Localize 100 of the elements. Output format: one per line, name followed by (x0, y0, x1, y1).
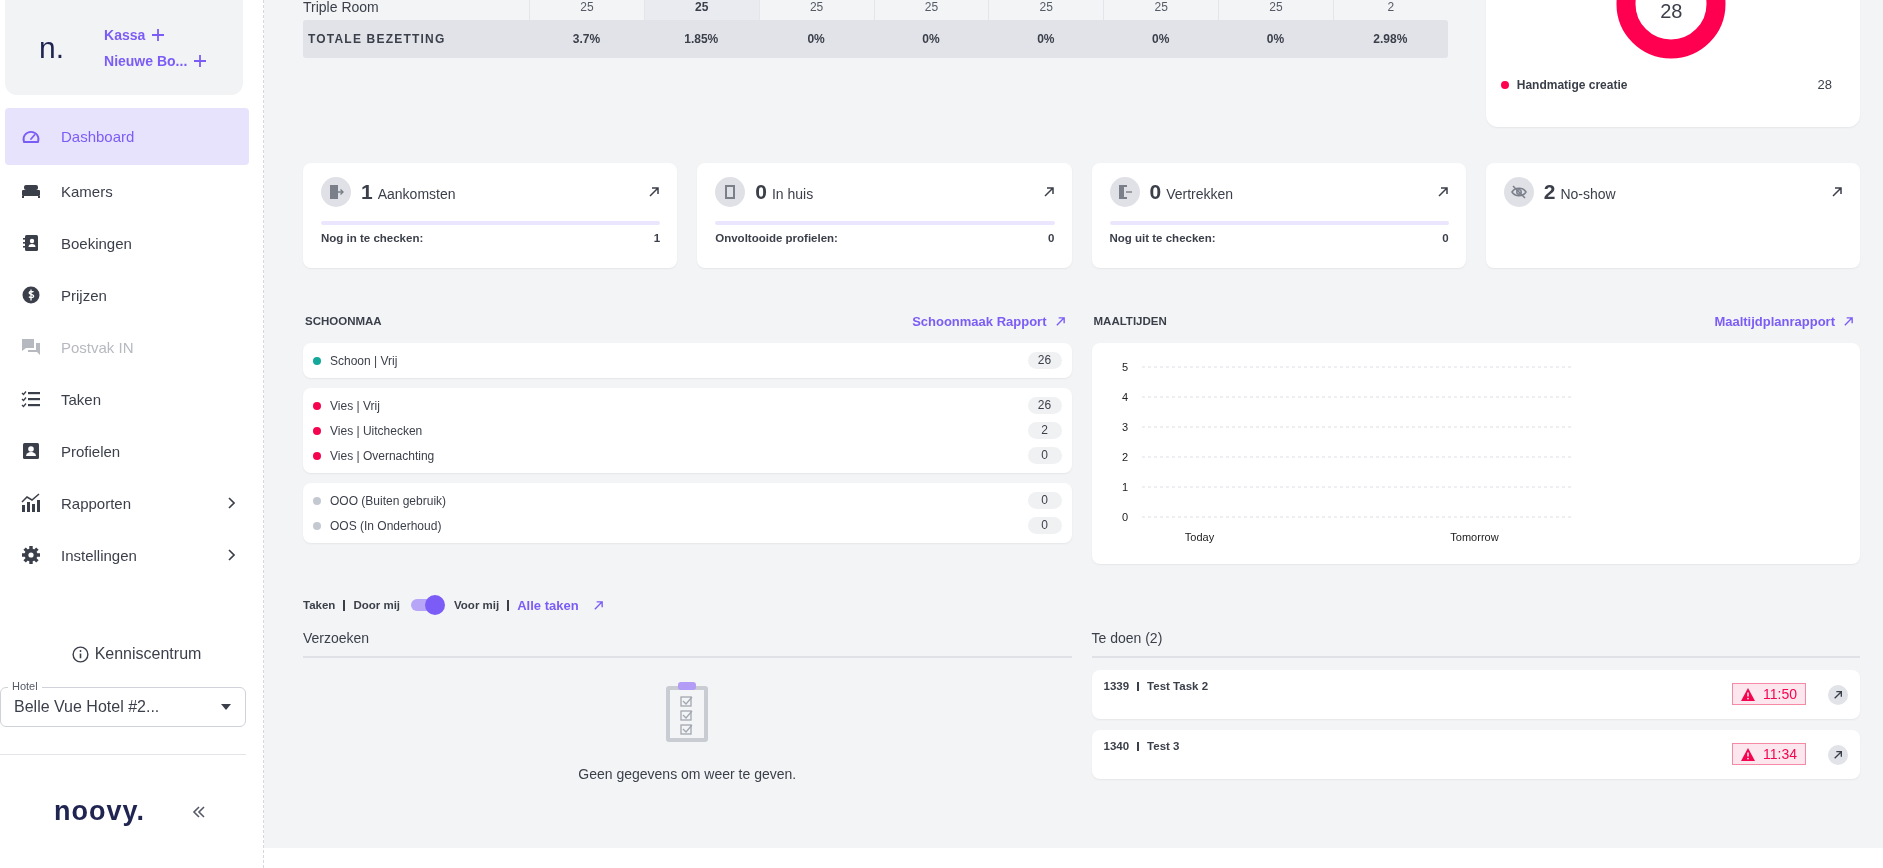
task-title: Test Task 2 (1147, 680, 1209, 692)
dollar-coin-icon (21, 285, 41, 305)
status-label: Vies | Vrij (330, 398, 380, 413)
status-label: Schoon | Vrij (330, 353, 398, 368)
open-task-button[interactable] (1828, 745, 1848, 765)
arrow-up-right-icon (1843, 315, 1854, 327)
nav-item[interactable]: Boekingen (5, 217, 249, 269)
brand-logo: noovy. (54, 796, 145, 827)
task-title: Test 3 (1147, 740, 1180, 752)
nav-item[interactable]: Instellingen (5, 529, 249, 581)
detail-value: 0 (1048, 232, 1055, 244)
detail-value: 1 (653, 232, 661, 244)
warning-icon (1741, 747, 1755, 761)
table-cell-text: 1.85% (683, 32, 720, 46)
arrow-up-right-icon (1833, 690, 1843, 700)
table-cell-text: 0% (806, 32, 826, 46)
detail-label: Nog in te checken: (321, 232, 424, 244)
nav-item[interactable]: Taken (5, 373, 249, 425)
y-tick-label: 5 (1121, 361, 1128, 373)
table-cell-text: 0% (1265, 32, 1286, 46)
nav-item[interactable]: Prijzen (5, 269, 249, 321)
y-tick-label: 1 (1121, 481, 1128, 493)
tasks-title: Taken (303, 599, 336, 611)
status-label: Vies | Overnachting (330, 448, 435, 463)
contact-book-icon (21, 233, 41, 253)
stat-count: 2 (1543, 180, 1556, 204)
count-badge: 26 (1027, 352, 1062, 369)
count-badge: 0 (1027, 517, 1062, 534)
nav-item[interactable]: Dashboard (5, 108, 249, 165)
arrow-up-right-icon[interactable] (1436, 186, 1449, 198)
field-label: Hotel (8, 680, 42, 693)
quick-action-button[interactable]: Nieuwe Bo... (104, 52, 208, 69)
arrow-up-right-icon[interactable] (648, 186, 661, 198)
arrow-up-right-icon (1054, 315, 1066, 327)
count-badge: 2 (1027, 422, 1062, 439)
count-badge: 0 (1027, 492, 1062, 509)
detail-label: Nog uit te checken: (1109, 232, 1216, 244)
double-chevron-left-icon[interactable] (192, 804, 206, 819)
quick-action-button[interactable]: Kassa (104, 26, 208, 43)
empty-message: Geen gegevens om weer te geven. (578, 766, 797, 782)
stat-label: In huis (771, 185, 814, 202)
stat-card[interactable]: 0 Vertrekken Nog uit te checken: 0 (1091, 163, 1466, 268)
nav-item[interactable]: Rapporten (5, 477, 249, 529)
task-card[interactable]: 1339 Test Task 2 11:50 (1091, 670, 1860, 719)
y-tick-label: 4 (1121, 391, 1128, 403)
help-link[interactable]: Kenniscentrum (0, 645, 263, 663)
plus-icon (193, 53, 208, 68)
toggle-label: Door mij (353, 599, 401, 611)
x-tick-label: Tomorrow (1449, 531, 1499, 543)
donut-total: 28 (1659, 0, 1684, 23)
bar-chart-icon (21, 493, 41, 513)
plus-icon (151, 27, 166, 42)
door-enter-icon (328, 184, 344, 200)
status-label: OOS (In Onderhoud) (330, 518, 442, 533)
report-link[interactable]: Schoonmaak Rapport (912, 313, 1066, 329)
status-label: OOO (Buiten gebruik) (330, 493, 447, 508)
caret-icon (221, 704, 231, 710)
column-title: Verzoeken (303, 630, 1072, 658)
table-cell-text: 0% (921, 32, 941, 46)
stat-count: 0 (1149, 180, 1162, 204)
stat-card[interactable]: 2 No-show (1485, 163, 1860, 268)
count-badge: 0 (1027, 447, 1062, 464)
due-time-badge: 11:50 (1732, 683, 1806, 705)
all-tasks-link[interactable]: Alle taken (517, 597, 579, 613)
stat-count: 0 (755, 180, 767, 204)
arrow-up-right-icon[interactable] (1831, 186, 1843, 198)
open-task-button[interactable] (1828, 685, 1848, 705)
arrow-up-right-icon[interactable] (1042, 186, 1055, 198)
clipboard-icon (664, 680, 711, 744)
id-card-icon (21, 441, 41, 461)
chat-icon (21, 337, 41, 357)
x-tick-label: Today (1184, 531, 1214, 543)
due-time-badge: 11:34 (1732, 743, 1806, 765)
nav-item[interactable]: Profielen (5, 425, 249, 477)
detail-value: 0 (1442, 232, 1449, 244)
toggle-label: Voor mij (454, 599, 500, 611)
legend-value: 28 (1817, 77, 1832, 92)
stat-card[interactable]: 1 Aankomsten Nog in te checken: 1 (303, 163, 678, 268)
table-cell-text: 2.98% (1372, 32, 1409, 46)
status-label: Vies | Uitchecken (330, 423, 423, 438)
column-title: Te doen (2) (1091, 630, 1860, 658)
table-cell-text: 0% (1150, 32, 1171, 46)
table-cell: 25 (643, 0, 759, 20)
warning-icon (1741, 687, 1755, 701)
checklist-icon (21, 389, 41, 409)
section-title: SCHOONMAA (305, 315, 382, 327)
stat-label: Vertrekken (1166, 185, 1234, 202)
legend-label: Handmatige creatie (1516, 77, 1628, 92)
task-id: 1340 (1103, 740, 1130, 752)
room-type-label: Triple Room (303, 0, 380, 17)
y-tick-label: 2 (1121, 451, 1128, 463)
nav-item[interactable]: Kamers (5, 165, 249, 217)
task-id: 1339 (1103, 680, 1130, 692)
stat-card[interactable]: 0 In huis Onvoltooide profielen: 0 (697, 163, 1072, 268)
total-label: TOTALE BEZETTING (307, 32, 447, 46)
logo: n. (39, 30, 65, 65)
stat-count: 1 (361, 180, 373, 204)
detail-label: Onvoltooide profielen: (715, 232, 838, 244)
report-link[interactable]: Maaltijdplanrapport (1714, 313, 1854, 329)
task-card[interactable]: 1340 Test 3 11:34 (1091, 730, 1860, 779)
